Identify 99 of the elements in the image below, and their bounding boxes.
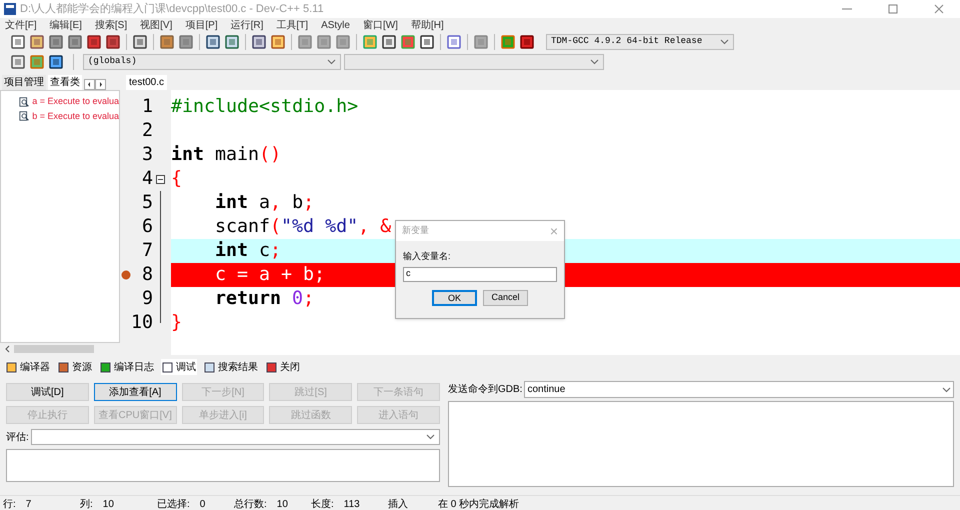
toolbar-icon[interactable] [48, 54, 64, 70]
toolbar-icon[interactable] [105, 34, 121, 50]
status-value: 113 [344, 498, 360, 510]
menu-item[interactable]: 帮助[H] [410, 18, 444, 32]
toolbar-icon[interactable] [10, 34, 26, 50]
editor-tab[interactable]: test00.c [126, 75, 168, 90]
variable-name-field[interactable]: c [403, 266, 557, 282]
gdb-label: 发送命令到GDB: [448, 383, 522, 397]
menu-item[interactable]: 搜索[S] [94, 18, 128, 32]
code-line: int main() [171, 143, 282, 168]
panel-tab[interactable]: 关闭 [265, 359, 301, 375]
toolbar-icon[interactable] [10, 54, 26, 70]
code-line: scanf("%d %d", & [214, 215, 392, 240]
panel-tab[interactable]: 编译日志 [99, 359, 155, 375]
status-label: 列: [80, 498, 93, 510]
toolbar-icon[interactable] [519, 34, 535, 50]
code-line: int c; [214, 239, 282, 264]
line-number: 8 [142, 263, 153, 288]
watch-icon [19, 96, 30, 108]
scroll-left-icon[interactable] [4, 345, 10, 353]
menu-item[interactable]: 文件[F] [5, 18, 37, 32]
evaluate-field[interactable] [30, 429, 440, 445]
code-line: { [171, 167, 182, 192]
chevron-down-icon [426, 434, 435, 440]
app-icon [4, 3, 16, 15]
status-label: 行: [3, 498, 16, 510]
watch-item[interactable]: a = Execute to evalua [32, 95, 119, 108]
code-line: #include<stdio.h> [171, 95, 358, 120]
status-label: 已选择: [157, 498, 190, 510]
window-title: D:\人人都能学会的编程入门课\devcpp\test00.c - Dev-C++ 5.11 [20, 2, 324, 17]
watch-icon [19, 110, 30, 122]
scope-select[interactable]: (globals) [83, 54, 341, 70]
toolbar-icon[interactable] [419, 34, 435, 50]
toolbar-icon[interactable] [381, 34, 397, 50]
tab-icon [204, 362, 215, 372]
watch-item[interactable]: b = Execute to evalua [32, 110, 119, 123]
status-label: 长度: [311, 498, 334, 510]
toolbar-icon[interactable] [29, 34, 45, 50]
code-line: } [171, 311, 182, 336]
panel-tab[interactable]: 编译器 [5, 359, 51, 375]
menu-item[interactable]: 窗口[W] [362, 18, 398, 32]
status-value: 0 [200, 498, 206, 510]
panel-tab[interactable]: 查看类 [48, 75, 82, 90]
menu-item[interactable]: 工具[T] [276, 18, 308, 32]
line-number: 7 [142, 239, 153, 264]
evaluate-label: 评估: [6, 430, 29, 444]
menu-item[interactable]: AStyle [321, 18, 350, 32]
tab-icon [162, 362, 173, 372]
menu-item[interactable]: 编辑[E] [50, 18, 82, 32]
toolbar-icon[interactable] [205, 34, 221, 50]
maximize-icon[interactable] [888, 4, 898, 14]
chevron-down-icon [327, 59, 336, 65]
chevron-down-icon [942, 386, 951, 392]
menu-item[interactable]: 运行[R] [230, 18, 264, 32]
tab-icon [58, 362, 69, 372]
line-number: 9 [142, 287, 153, 312]
gdb-command-field[interactable]: continue [524, 381, 954, 398]
panel-tab[interactable]: 搜索结果 [203, 359, 259, 375]
status-value: 10 [102, 498, 114, 510]
dialog-button[interactable]: OK [432, 290, 477, 306]
toolbar-icon[interactable] [224, 34, 240, 50]
line-number: 6 [142, 215, 153, 240]
panel-tab[interactable]: 项目管理 [2, 75, 46, 90]
line-number: 2 [142, 119, 153, 144]
line-number: 10 [130, 311, 153, 336]
tab-icon [266, 362, 277, 372]
chevron-down-icon [590, 59, 599, 65]
debug-button[interactable]: 调试[D] [6, 383, 89, 401]
status-label: 在 0 秒内完成解析 [438, 498, 520, 510]
status-label: 总行数: [234, 498, 267, 510]
toolbar-icon[interactable] [86, 34, 102, 50]
code-line: c = a + b; [214, 263, 326, 288]
tab-icon [6, 362, 17, 372]
panel-tab[interactable]: 调试 [161, 359, 197, 375]
menu-item[interactable]: 项目[P] [185, 18, 218, 32]
close-icon[interactable] [934, 4, 944, 14]
chevron-down-icon [720, 39, 729, 45]
menu-item[interactable]: 视图[V] [140, 18, 172, 32]
line-number: 5 [142, 191, 153, 216]
line-number: 3 [142, 143, 153, 168]
code-line: return 0; [214, 287, 314, 312]
line-number: 4 [142, 167, 153, 192]
panel-tab[interactable]: 资源 [57, 359, 93, 375]
tab-icon [100, 362, 111, 372]
code-line: int a, b; [214, 191, 314, 216]
toolbar-icon[interactable] [132, 34, 148, 50]
line-number: 1 [142, 95, 153, 120]
dialog-title: 新变量 [402, 224, 430, 238]
tab-scroll-arrows-icon[interactable] [84, 79, 106, 90]
status-value: 7 [26, 498, 32, 510]
field-label: 输入变量名: [403, 250, 452, 263]
dialog-button[interactable]: Cancel [483, 290, 528, 306]
fold-icon[interactable] [156, 175, 165, 184]
breakpoint-icon[interactable] [121, 270, 131, 280]
debug-button[interactable]: 添加查看[A] [94, 383, 177, 401]
compiler-select[interactable]: TDM-GCC 4.9.2 64-bit Release [546, 34, 734, 50]
status-label: 插入 [388, 498, 408, 510]
toolbar-icon[interactable] [251, 34, 267, 50]
status-value: 10 [276, 498, 288, 510]
